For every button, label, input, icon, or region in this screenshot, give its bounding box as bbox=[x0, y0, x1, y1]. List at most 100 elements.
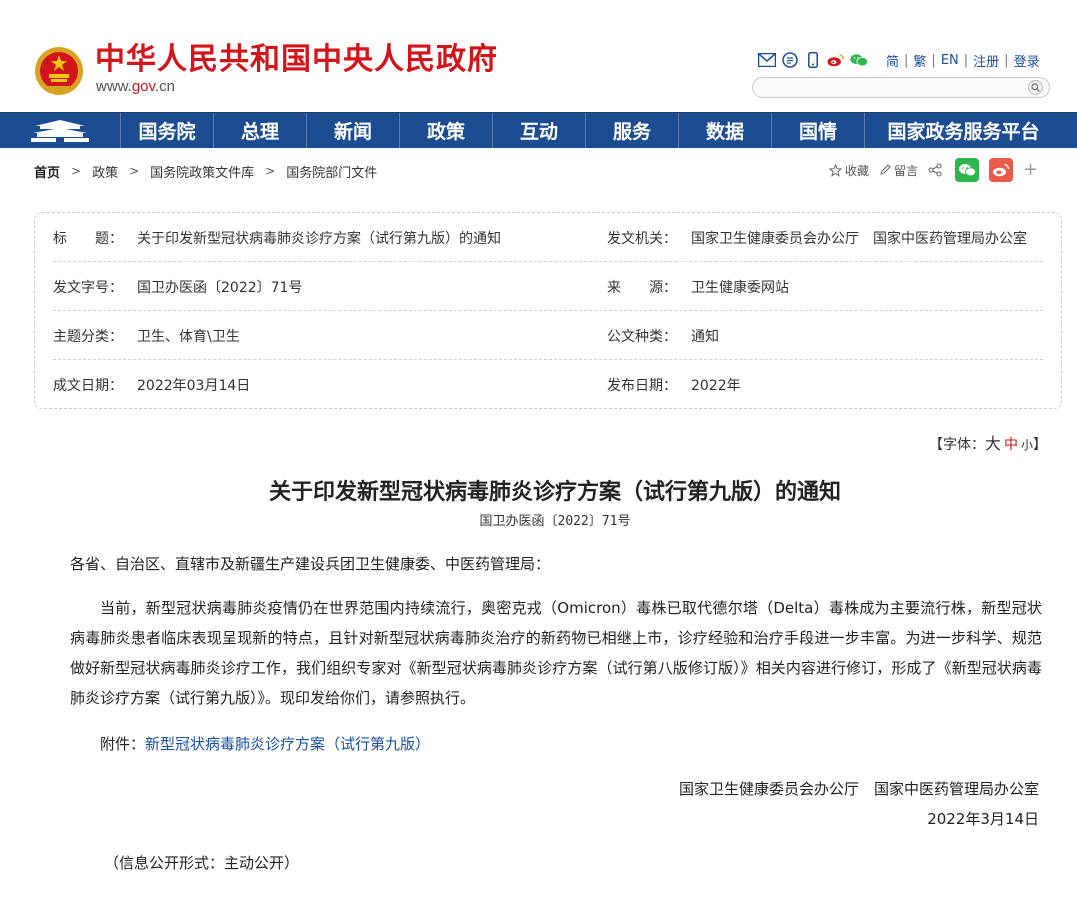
site-title[interactable]: 中华人民共和国中央人民政府 bbox=[95, 42, 498, 78]
source-value: 卫生健康委网站 bbox=[691, 279, 789, 296]
url-prefix: www. bbox=[96, 78, 132, 95]
title-value: 关于印发新型冠状病毒肺炎诊疗方案（试行第九版）的通知 bbox=[137, 230, 501, 247]
comment-button[interactable]: 留言 bbox=[879, 162, 918, 179]
nav-item-national-info[interactable]: 国情 bbox=[771, 113, 864, 148]
breadcrumb-home[interactable]: 首页 bbox=[34, 162, 60, 181]
chevron-right-icon: > bbox=[71, 164, 82, 178]
nav-item-service-platform[interactable]: 国家政务服务平台 bbox=[864, 113, 1062, 148]
disclosure-note: （信息公开形式：主动公开） bbox=[104, 854, 300, 872]
nav-items: 国务院 总理 新闻 政策 互动 服务 数据 国情 国家政务服务平台 bbox=[120, 113, 1062, 148]
nav-home[interactable] bbox=[0, 113, 120, 148]
national-emblem-icon[interactable] bbox=[34, 46, 84, 96]
written-date-label: 成文日期： bbox=[53, 377, 123, 394]
doc-type-label: 公文种类： bbox=[607, 328, 677, 345]
info-cell: 来 源： 卫生健康委网站 bbox=[607, 262, 789, 311]
attachment-link[interactable]: 新型冠状病毒肺炎诊疗方案（试行第九版） bbox=[145, 735, 430, 753]
more-share-button[interactable]: + bbox=[1023, 160, 1038, 180]
search-button[interactable] bbox=[1028, 80, 1043, 95]
source-label: 来 源： bbox=[607, 279, 677, 296]
info-cell: 标 题： 关于印发新型冠状病毒肺炎诊疗方案（试行第九版）的通知 bbox=[53, 213, 501, 262]
issuer-value: 国家卫生健康委员会办公厅 国家中医药管理局办公室 bbox=[691, 230, 1027, 247]
weibo-share-button[interactable] bbox=[989, 158, 1014, 182]
nav-item-services[interactable]: 服务 bbox=[585, 113, 678, 148]
share-icon bbox=[928, 163, 942, 177]
register-link[interactable]: 注册 bbox=[973, 51, 999, 70]
info-cell: 主题分类： 卫生、体育\卫生 bbox=[53, 311, 240, 360]
favorite-label: 收藏 bbox=[845, 163, 870, 178]
share-button[interactable] bbox=[928, 163, 945, 177]
share-bar: 收藏 留言 + bbox=[829, 158, 1038, 182]
lang-traditional-link[interactable]: 繁 bbox=[913, 51, 926, 70]
font-size-large[interactable]: 大 bbox=[985, 434, 1001, 453]
weibo-icon[interactable] bbox=[827, 51, 845, 69]
breadcrumb-department-docs[interactable]: 国务院部门文件 bbox=[286, 162, 377, 181]
site-header: 中华人民共和国中央人民政府 www.gov.cn 简 | 繁 | EN | 注册… bbox=[0, 0, 1077, 112]
article-greeting: 各省、自治区、直辖市及新疆生产建设兵团卫生健康委、中医药管理局： bbox=[70, 555, 551, 573]
favorite-button[interactable]: 收藏 bbox=[829, 162, 869, 179]
publish-date-value: 2022年 bbox=[691, 377, 741, 394]
article-doc-number: 国卫办医函〔2022〕71号 bbox=[479, 514, 631, 529]
breadcrumb-policy-library[interactable]: 国务院政策文件库 bbox=[150, 162, 254, 181]
chevron-right-icon: > bbox=[265, 164, 276, 178]
font-size-selector: 【字体：大中小】 bbox=[929, 430, 1047, 454]
site-url[interactable]: www.gov.cn bbox=[96, 78, 175, 95]
lang-simplified-link[interactable]: 简 bbox=[886, 51, 899, 70]
info-row: 标 题： 关于印发新型冠状病毒肺炎诊疗方案（试行第九版）的通知 发文机关： 国家卫生… bbox=[53, 213, 1043, 262]
nav-item-data[interactable]: 数据 bbox=[678, 113, 771, 148]
separator: | bbox=[904, 52, 909, 68]
pencil-icon bbox=[880, 164, 891, 175]
doc-number-value: 国卫办医函〔2022〕71号 bbox=[137, 279, 303, 296]
attachment-label: 附件： bbox=[100, 735, 146, 753]
wechat-icon bbox=[959, 164, 976, 177]
lang-english-link[interactable]: EN bbox=[941, 53, 959, 68]
search-input[interactable] bbox=[752, 77, 1050, 98]
info-cell: 发文机关： 国家卫生健康委员会办公厅 国家中医药管理局办公室 bbox=[607, 213, 1027, 262]
separator: | bbox=[931, 52, 936, 68]
rss-icon[interactable] bbox=[781, 51, 799, 69]
info-cell: 发布日期： 2022年 bbox=[607, 360, 741, 409]
tiananmen-icon bbox=[31, 119, 89, 142]
comment-label: 留言 bbox=[894, 163, 919, 178]
info-row: 主题分类： 卫生、体育\卫生 公文种类： 通知 bbox=[53, 311, 1043, 360]
weibo-icon bbox=[993, 163, 1010, 177]
mobile-icon[interactable] bbox=[804, 51, 822, 69]
article-date: 2022年3月14日 bbox=[927, 810, 1039, 828]
wechat-icon[interactable] bbox=[850, 51, 868, 69]
written-date-value: 2022年03月14日 bbox=[137, 377, 251, 394]
nav-item-news[interactable]: 新闻 bbox=[306, 113, 399, 148]
category-label: 主题分类： bbox=[53, 328, 123, 345]
nav-item-policy[interactable]: 政策 bbox=[399, 113, 492, 148]
title-label: 标 题： bbox=[53, 230, 123, 247]
separator: | bbox=[1004, 52, 1009, 68]
search-icon bbox=[1031, 83, 1040, 92]
login-link[interactable]: 登录 bbox=[1014, 51, 1040, 70]
doc-type-value: 通知 bbox=[691, 328, 719, 345]
font-size-small[interactable]: 小 bbox=[1021, 438, 1033, 452]
article-title: 关于印发新型冠状病毒肺炎诊疗方案（试行第九版）的通知 bbox=[268, 479, 841, 505]
doc-number-label: 发文字号： bbox=[53, 279, 123, 296]
font-size-suffix: 】 bbox=[1033, 437, 1048, 453]
nav-item-state-council[interactable]: 国务院 bbox=[120, 113, 213, 148]
publish-date-label: 发布日期： bbox=[607, 377, 677, 394]
document-info-table: 标 题： 关于印发新型冠状病毒肺炎诊疗方案（试行第九版）的通知 发文机关： 国家卫生… bbox=[34, 212, 1062, 409]
font-size-prefix: 【字体： bbox=[929, 437, 985, 453]
nav-item-premier[interactable]: 总理 bbox=[213, 113, 306, 148]
info-row: 发文字号： 国卫办医函〔2022〕71号 来 源： 卫生健康委网站 bbox=[53, 262, 1043, 311]
breadcrumb: 首页 > 政策 > 国务院政策文件库 > 国务院部门文件 bbox=[34, 161, 377, 181]
mail-icon[interactable] bbox=[758, 51, 776, 69]
article-body: 当前，新型冠状病毒肺炎疫情仍在世界范围内持续流行，奥密克戎（Omicron）毒株… bbox=[70, 599, 1042, 707]
info-cell: 公文种类： 通知 bbox=[607, 311, 719, 360]
url-domain: gov bbox=[131, 78, 155, 95]
chevron-right-icon: > bbox=[129, 164, 140, 178]
nav-item-interaction[interactable]: 互动 bbox=[492, 113, 585, 148]
wechat-share-button[interactable] bbox=[955, 158, 980, 182]
info-row: 成文日期： 2022年03月14日 发布日期： 2022年 bbox=[53, 360, 1043, 409]
breadcrumb-policy[interactable]: 政策 bbox=[92, 162, 118, 181]
main-nav: 国务院 总理 新闻 政策 互动 服务 数据 国情 国家政务服务平台 bbox=[0, 112, 1077, 148]
category-value: 卫生、体育\卫生 bbox=[137, 328, 240, 345]
top-icons bbox=[758, 50, 873, 70]
font-size-medium[interactable]: 中 bbox=[1004, 437, 1018, 453]
article-signature: 国家卫生健康委员会办公厅 国家中医药管理局办公室 bbox=[678, 780, 1039, 798]
info-cell: 发文字号： 国卫办医函〔2022〕71号 bbox=[53, 262, 302, 311]
star-icon bbox=[829, 163, 842, 177]
